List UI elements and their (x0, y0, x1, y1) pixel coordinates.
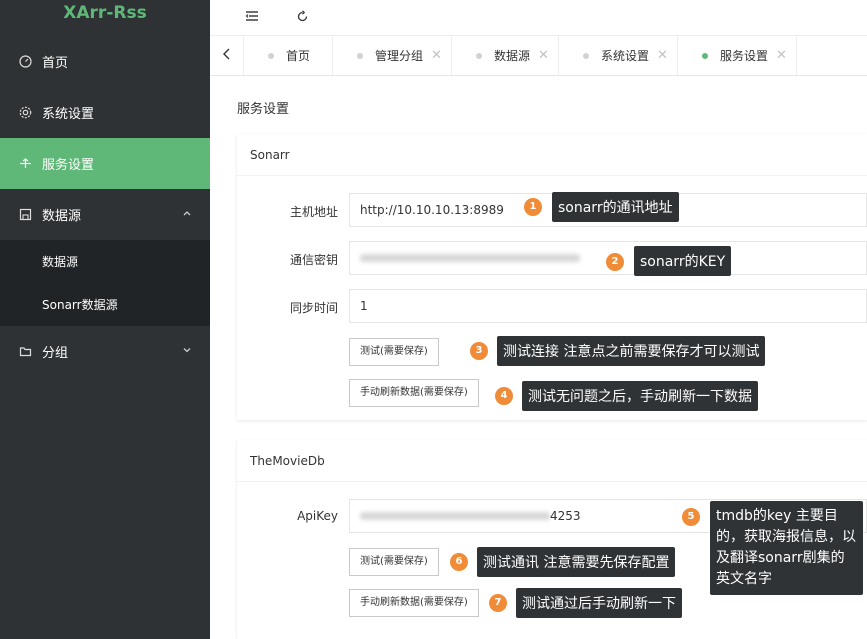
tab-status-dot (702, 52, 708, 59)
tab-home[interactable]: 首页 (244, 36, 333, 75)
page-title: 服务设置 (237, 102, 290, 117)
annotation-note: 测试通过后手动刷新一下 (516, 588, 682, 618)
tab-datasource[interactable]: 数据源 ✕ (452, 36, 559, 75)
redacted-apikey (360, 512, 550, 520)
tmdb-test-button[interactable]: 测试(需要保存) (349, 548, 439, 576)
annotation-note: tmdb的key 主要目的，获取海报信息，以及翻译sonarr剧集的英文名字 (710, 501, 863, 595)
menu-toggle-icon[interactable] (242, 6, 262, 26)
annotation-note: 测试无问题之后，手动刷新一下数据 (522, 381, 758, 411)
gear-icon (18, 106, 32, 120)
sidebar-item-group[interactable]: 分组 (0, 326, 210, 377)
tab-status-dot (476, 52, 482, 59)
apikey-label: ApiKey (297, 509, 338, 523)
tab-status-dot (357, 52, 363, 59)
annotation-note: sonarr的KEY (634, 246, 732, 276)
refresh-icon[interactable] (292, 6, 312, 26)
annotation-badge: 1 (524, 198, 542, 216)
dashboard-icon (18, 55, 32, 69)
tab-status-dot (583, 52, 589, 59)
apikey-tail: 4253 (550, 509, 581, 523)
tab-service-settings[interactable]: 服务设置 ✕ (678, 36, 797, 75)
sonarr-test-button[interactable]: 测试(需要保存) (349, 338, 439, 366)
close-icon[interactable]: ✕ (657, 48, 668, 63)
sidebar-item-label: 服务设置 (42, 158, 95, 173)
sonarr-card: Sonarr (237, 134, 867, 420)
chevron-left-icon (222, 48, 232, 63)
sync-input[interactable]: 1 (349, 289, 867, 323)
sidebar-item-datasource[interactable]: 数据源 (0, 189, 210, 240)
close-icon[interactable]: ✕ (538, 48, 549, 63)
annotation-badge: 6 (450, 553, 468, 571)
sidebar-item-service-settings[interactable]: 服务设置 (0, 138, 210, 189)
tab-bar: 首页 管理分组 ✕ 数据源 ✕ 系统设置 ✕ 服务设置 ✕ (210, 36, 867, 76)
close-icon[interactable]: ✕ (776, 48, 787, 63)
close-icon[interactable]: ✕ (431, 48, 442, 63)
datasource-icon (18, 208, 32, 222)
sonarr-card-header: Sonarr (237, 134, 867, 176)
annotation-badge: 4 (495, 387, 513, 405)
annotation-note: sonarr的通讯地址 (552, 192, 679, 222)
tab-scroll-left-button[interactable] (210, 36, 244, 75)
tab-label: 数据源 (494, 49, 531, 63)
tab-manage-groups[interactable]: 管理分组 ✕ (333, 36, 452, 75)
key-label: 通信密钥 (289, 253, 338, 267)
folder-icon (18, 345, 32, 359)
host-label: 主机地址 (289, 205, 338, 219)
chevron-up-icon (182, 207, 192, 222)
tab-label: 首页 (286, 49, 311, 63)
tab-label: 管理分组 (375, 49, 424, 63)
annotation-badge: 2 (606, 253, 624, 271)
sidebar-item-label: 数据源 (42, 209, 82, 224)
sidebar-item-home[interactable]: 首页 (0, 36, 210, 87)
annotation-note: 测试连接 注意点之前需要保存才可以测试 (497, 336, 766, 366)
sidebar-item-label: 系统设置 (42, 107, 95, 122)
sidebar-item-label: 分组 (42, 346, 69, 361)
tab-status-dot (268, 52, 274, 59)
sidebar-subitem-datasource[interactable]: 数据源 (0, 240, 210, 283)
annotation-badge: 7 (489, 594, 507, 612)
sidebar-item-system-settings[interactable]: 系统设置 (0, 87, 210, 138)
annotation-note: 测试通讯 注意需要先保存配置 (477, 547, 676, 577)
sidebar-item-label: 首页 (42, 56, 69, 71)
redacted-key (360, 254, 580, 262)
chevron-down-icon (182, 344, 192, 359)
tab-label: 服务设置 (720, 49, 769, 63)
tmdb-card-header: TheMovieDb (237, 440, 867, 482)
tmdb-refresh-button[interactable]: 手动刷新数据(需要保存) (349, 589, 479, 617)
annotation-badge: 5 (682, 508, 700, 526)
brand-logo: XArr-Rss (63, 3, 147, 23)
top-bar (210, 0, 867, 36)
service-icon (18, 157, 32, 171)
sidebar-subitem-sonarr-datasource[interactable]: Sonarr数据源 (0, 283, 210, 326)
sonarr-refresh-button[interactable]: 手动刷新数据(需要保存) (349, 379, 479, 407)
sidebar: XArr-Rss 首页 系统设置 服务设置 数据源 数据源 Sonarr数据源 (0, 0, 210, 639)
annotation-badge: 3 (470, 342, 488, 360)
tab-label: 系统设置 (601, 49, 650, 63)
tab-system-settings[interactable]: 系统设置 ✕ (559, 36, 678, 75)
sync-label: 同步时间 (289, 301, 338, 315)
